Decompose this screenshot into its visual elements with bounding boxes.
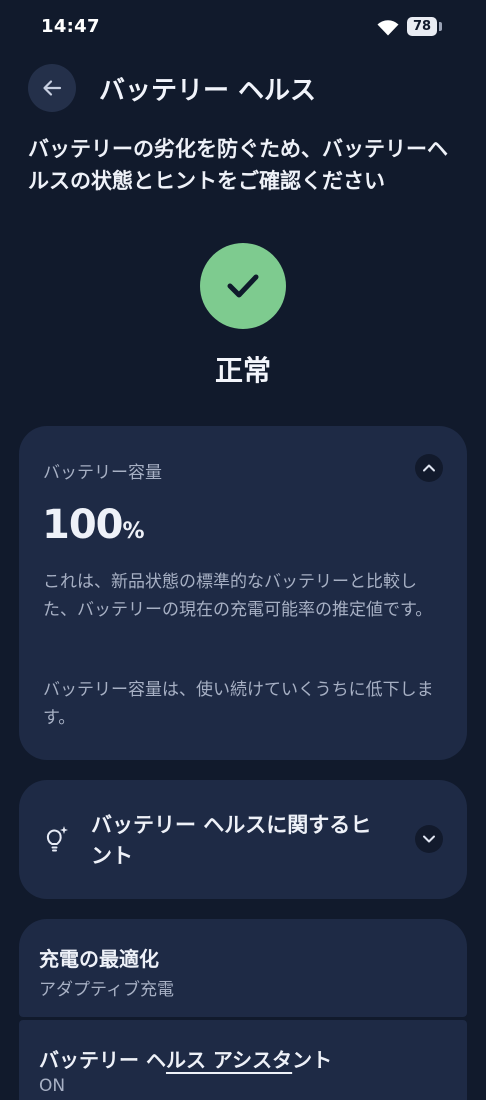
charging-optimization-subtitle: アダプティブ充電 xyxy=(39,980,174,1000)
charging-optimization-item[interactable]: 充電の最適化 アダプティブ充電 xyxy=(19,919,467,1017)
lightbulb-icon xyxy=(41,824,71,858)
capacity-unit: % xyxy=(122,519,145,544)
battery-health-assistant-item[interactable]: バッテリー ヘルス アシスタント ON xyxy=(19,1020,467,1100)
assistant-title-underlined: ルス アシスタ xyxy=(165,1048,293,1072)
assistant-title-part: バッテリー ヘ xyxy=(39,1048,166,1072)
battery-health-assistant-title: バッテリー ヘルス アシスタント xyxy=(39,1044,332,1073)
battery-tip xyxy=(439,22,442,31)
assistant-title-end: ント xyxy=(292,1048,333,1072)
status-time: 14:47 xyxy=(41,16,100,37)
charging-optimization-title: 充電の最適化 xyxy=(39,947,159,971)
health-status-indicator xyxy=(200,243,286,329)
collapse-button[interactable] xyxy=(415,454,443,482)
capacity-card: バッテリー容量 100% これは、新品状態の標準的なバッテリーと比較した、バッテ… xyxy=(19,426,467,760)
arrow-back-icon xyxy=(43,80,62,96)
check-icon xyxy=(227,274,259,298)
capacity-label: バッテリー容量 xyxy=(43,463,162,483)
expand-button[interactable] xyxy=(415,825,443,853)
capacity-description: これは、新品状態の標準的なバッテリーと比較した、バッテリーの現在の充電可能率の推… xyxy=(43,572,433,620)
capacity-value: 100% xyxy=(42,502,145,548)
intro-text: バッテリーの劣化を防ぐため、バッテリーヘルスの状態とヒントをご確認ください xyxy=(28,137,448,193)
page-title: バッテリー ヘルス xyxy=(99,76,317,106)
status-bar: 14:47 78 xyxy=(0,0,486,56)
back-button[interactable] xyxy=(28,64,76,112)
battery-icon: 78 xyxy=(407,17,437,36)
battery-health-assistant-subtitle: ON xyxy=(39,1076,66,1096)
wifi-icon xyxy=(376,17,400,41)
tips-label: バッテリー ヘルスに関するヒント xyxy=(91,813,372,868)
chevron-up-icon xyxy=(423,464,435,472)
tips-card[interactable]: バッテリー ヘルスに関するヒント xyxy=(19,780,467,899)
capacity-note: バッテリー容量は、使い続けていくうちに低下します。 xyxy=(43,680,434,728)
chevron-down-icon xyxy=(423,835,435,843)
capacity-number: 100 xyxy=(42,502,123,548)
health-status-label: 正常 xyxy=(214,354,271,387)
